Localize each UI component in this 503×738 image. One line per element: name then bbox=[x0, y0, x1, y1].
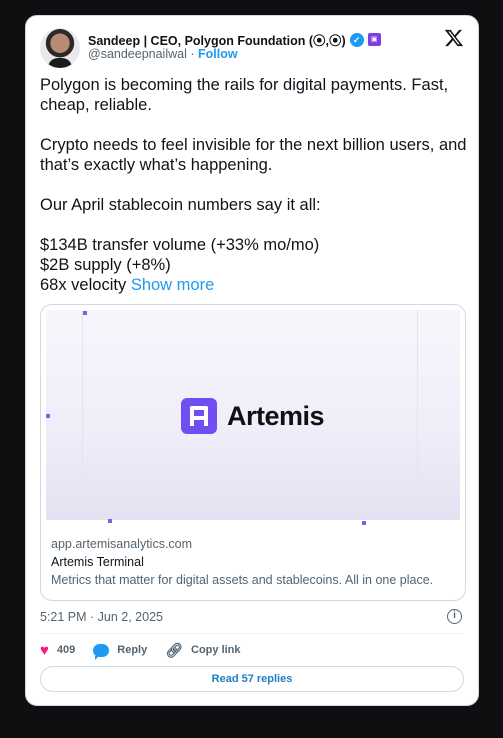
affiliate-badge-icon[interactable]: ▣ bbox=[367, 33, 381, 46]
like-count: 409 bbox=[56, 644, 76, 656]
link-title: Artemis Terminal bbox=[51, 555, 144, 569]
artemis-brand: Artemis bbox=[181, 398, 325, 434]
post-card: Sandeep | CEO, Polygon Foundation (⦿,⦿) … bbox=[25, 15, 479, 706]
follow-link[interactable]: Follow bbox=[198, 47, 238, 61]
copy-link-button[interactable]: 🔗︎ Copy link bbox=[165, 642, 240, 659]
timestamp-row: 5:21 PM · Jun 2, 2025 i bbox=[40, 607, 464, 627]
separator: · bbox=[190, 47, 195, 61]
post-header: Sandeep | CEO, Polygon Foundation (⦿,⦿) … bbox=[40, 26, 464, 70]
author-handle[interactable]: @sandeepnailwal bbox=[88, 47, 187, 61]
heart-icon: ♥ bbox=[40, 641, 49, 659]
post-line-last: 68x velocity Show more bbox=[40, 275, 470, 295]
link-preview-image[interactable]: Artemis bbox=[46, 310, 460, 525]
timestamp[interactable]: 5:21 PM · Jun 2, 2025 bbox=[40, 610, 163, 624]
show-more-link[interactable]: Show more bbox=[131, 276, 214, 294]
x-logo-icon[interactable] bbox=[444, 28, 464, 48]
artemis-brand-name: Artemis bbox=[227, 400, 325, 431]
link-icon: 🔗︎ bbox=[165, 641, 184, 658]
reply-button[interactable]: Reply bbox=[93, 643, 148, 660]
like-button[interactable]: ♥ 409 bbox=[40, 643, 75, 658]
link-description: Metrics that matter for digital assets a… bbox=[51, 573, 434, 587]
reply-label: Reply bbox=[117, 644, 148, 656]
post-line: 68x velocity bbox=[40, 276, 127, 294]
link-meta: app.artemisanalytics.com Artemis Termina… bbox=[51, 535, 455, 589]
link-domain: app.artemisanalytics.com bbox=[51, 537, 193, 551]
post-line: Crypto needs to feel invisible for the n… bbox=[40, 136, 467, 174]
artemis-logo-icon bbox=[181, 398, 217, 434]
avatar[interactable] bbox=[40, 28, 80, 68]
post-line: $134B transfer volume (+33% mo/mo) bbox=[40, 236, 320, 254]
action-bar: ♥ 409 Reply 🔗︎ Copy link bbox=[40, 640, 259, 660]
post-line: $2B supply (+8%) bbox=[40, 256, 171, 274]
read-replies-button[interactable]: Read 57 replies bbox=[40, 666, 464, 692]
reply-icon bbox=[93, 643, 110, 660]
post-line: Our April stablecoin numbers say it all: bbox=[40, 196, 321, 214]
post-text: Polygon is becoming the rails for digita… bbox=[40, 75, 470, 295]
post-line: Polygon is becoming the rails for digita… bbox=[40, 76, 449, 114]
info-icon[interactable]: i bbox=[447, 609, 462, 624]
handle-row: @sandeepnailwal · Follow bbox=[88, 47, 238, 61]
link-preview-card[interactable]: Artemis app.artemisanalytics.com Artemis… bbox=[40, 304, 466, 601]
copy-link-label: Copy link bbox=[191, 644, 241, 656]
verified-icon: ✓ bbox=[349, 32, 364, 47]
divider bbox=[40, 633, 464, 634]
